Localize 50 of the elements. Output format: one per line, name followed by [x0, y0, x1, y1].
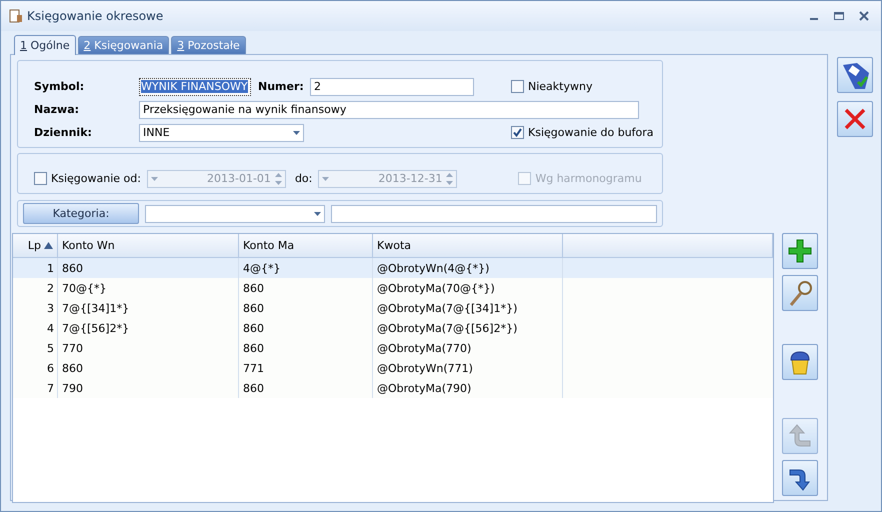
- add-button[interactable]: [782, 233, 818, 269]
- journal-dropdown[interactable]: INNE: [139, 124, 304, 142]
- checkbox-label: Księgowanie od:: [51, 172, 141, 185]
- checkbox-label: Wg harmonogramu: [535, 172, 642, 185]
- name-field[interactable]: Przeksięgowanie na wynik finansowy: [139, 100, 639, 118]
- document-icon: [9, 9, 23, 23]
- table-row[interactable]: 2 70@{*} 860 @ObrotyMa(70@{*}): [13, 278, 773, 298]
- caret-icon: [293, 130, 300, 134]
- field-label: Nazwa:: [34, 103, 80, 116]
- category-button[interactable]: Kategoria:: [23, 203, 139, 224]
- category-field[interactable]: [331, 204, 657, 222]
- table-row[interactable]: 7 790 860 @ObrotyMa(790): [13, 378, 773, 398]
- table-cell: 790: [58, 378, 239, 398]
- plus-icon: [786, 237, 814, 265]
- checkmark-icon: [513, 128, 522, 137]
- redo-button[interactable]: [782, 460, 818, 496]
- column-header[interactable]: Konto Ma: [239, 234, 373, 257]
- checkbox-label: Księgowanie do bufora: [528, 126, 654, 139]
- table-cell: 7: [13, 378, 58, 398]
- tab[interactable]: 1 Ogólne: [14, 35, 76, 55]
- table-row[interactable]: 6 860 771 @ObrotyWn(771): [13, 358, 773, 378]
- number-field[interactable]: 2: [310, 78, 474, 96]
- save-icon: [841, 61, 869, 89]
- delete-button[interactable]: [782, 344, 818, 380]
- table-row[interactable]: 3 7@{[34]1*} 860 @ObrotyMa(7@{[34]1*}): [13, 298, 773, 318]
- table-cell: @ObrotyMa(790): [373, 378, 563, 398]
- save-button[interactable]: [837, 57, 873, 93]
- caret-icon: [322, 176, 330, 180]
- checkbox[interactable]: [511, 80, 524, 93]
- view-button[interactable]: [782, 275, 818, 311]
- window-title: Księgowanie okresowe: [27, 9, 164, 23]
- column-header[interactable]: Kwota: [373, 234, 563, 257]
- table-cell: 860: [239, 378, 373, 398]
- maximize-icon[interactable]: [834, 11, 844, 21]
- field-label: Numer:: [258, 80, 305, 93]
- caret-icon: [150, 176, 158, 180]
- column-header[interactable]: Lp: [13, 234, 58, 257]
- caret-icon: [314, 212, 321, 216]
- checkbox[interactable]: [511, 126, 524, 139]
- cancel-button[interactable]: [837, 101, 873, 137]
- close-icon[interactable]: [859, 11, 869, 21]
- column-header[interactable]: Konto Wn: [58, 234, 239, 257]
- table-row[interactable]: 1 860 4@{*} @ObrotyWn(4@{*}): [13, 258, 773, 278]
- field-label: Symbol:: [34, 80, 86, 93]
- field-label: Dziennik:: [34, 126, 93, 139]
- table-row[interactable]: 4 7@{[56]2*} 860 @ObrotyMa(7@{[56]2*}): [13, 318, 773, 338]
- table-row[interactable]: 5 770 860 @ObrotyMa(770): [13, 338, 773, 358]
- field-label: do:: [294, 172, 312, 185]
- symbol-field[interactable]: WYNIK FINANSOWY: [139, 78, 251, 96]
- checkbox-label: Nieaktywny: [528, 80, 592, 93]
